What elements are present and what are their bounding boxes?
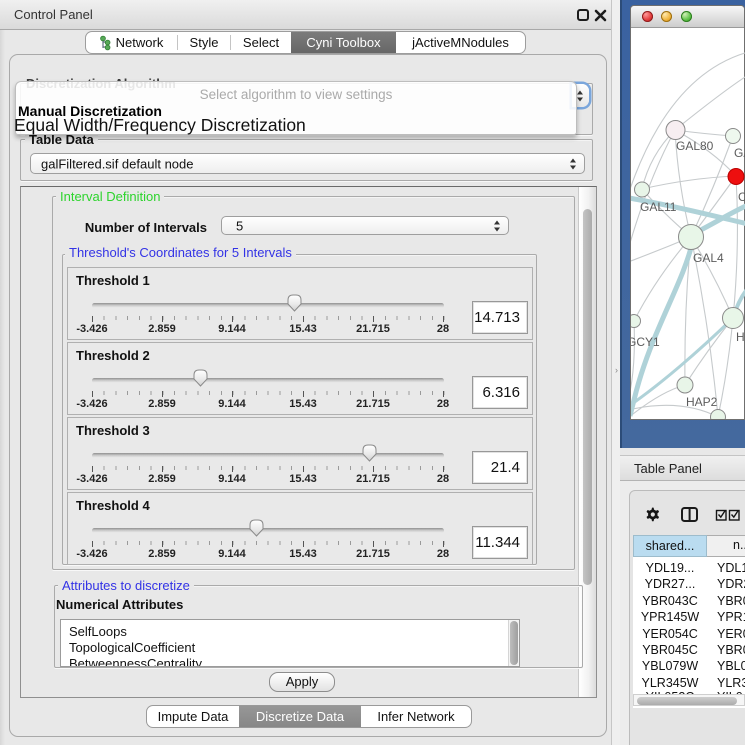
svg-text:HAP2: HAP2 xyxy=(686,395,718,409)
svg-text:C: C xyxy=(738,190,745,204)
svg-text:GCY1: GCY1 xyxy=(631,335,660,349)
svg-text:H: H xyxy=(736,330,745,344)
svg-text:GA: GA xyxy=(734,146,745,160)
svg-text:GAL4: GAL4 xyxy=(693,251,724,265)
svg-text:GAL80: GAL80 xyxy=(676,139,714,153)
svg-text:GAL11: GAL11 xyxy=(640,200,677,214)
